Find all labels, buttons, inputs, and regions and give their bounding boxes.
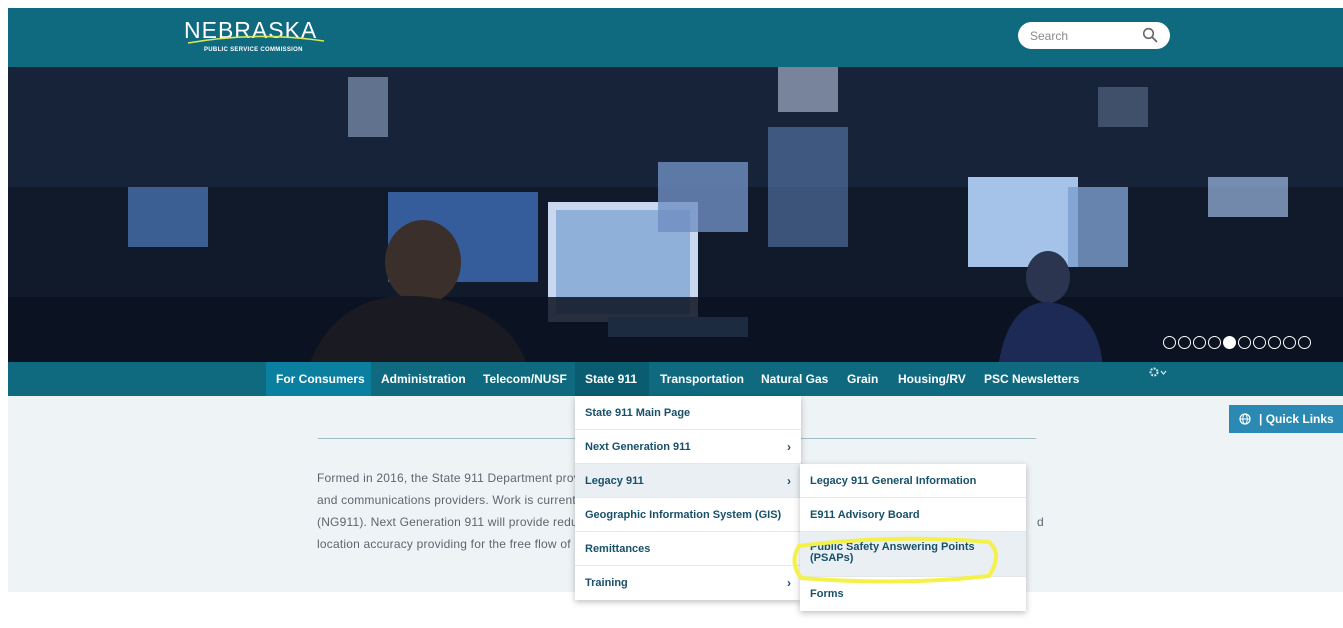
menu-item-label: E911 Advisory Board [810, 509, 920, 521]
menu-item-label: Legacy 911 General Information [810, 475, 977, 487]
logo-subtitle: PUBLIC SERVICE COMMISSION [204, 47, 303, 53]
menu-item-label: State 911 Main Page [585, 407, 691, 419]
slide-dot-active[interactable] [1223, 336, 1236, 349]
quick-links-label: | Quick Links [1259, 412, 1334, 426]
nav-psc-newsletters[interactable]: PSC Newsletters [984, 362, 1079, 396]
logo-swoosh-icon [187, 35, 325, 44]
menu-item-label: Training [585, 577, 628, 589]
menu-item-next-generation-911[interactable]: Next Generation 911 › [575, 430, 801, 464]
slide-dot[interactable] [1298, 336, 1311, 349]
menu-item-label: Forms [810, 588, 844, 600]
globe-icon [1239, 413, 1251, 425]
menu-item-training[interactable]: Training › [575, 566, 801, 600]
slide-dot[interactable] [1208, 336, 1221, 349]
nav-state-911[interactable]: State 911 [575, 362, 649, 396]
chevron-right-icon: › [787, 440, 791, 454]
slide-dot[interactable] [1193, 336, 1206, 349]
site-header: NEBRASKA PUBLIC SERVICE COMMISSION [8, 8, 1343, 67]
hero-slideshow [8, 67, 1343, 362]
nav-telecom-nusf[interactable]: Telecom/NUSF [483, 362, 567, 396]
menu-item-label: Next Generation 911 [585, 441, 691, 453]
search-input[interactable] [1030, 27, 1130, 44]
slide-dot[interactable] [1283, 336, 1296, 349]
menu-item-legacy-911-general-information[interactable]: Legacy 911 General Information [800, 464, 1026, 498]
menu-item-gis[interactable]: Geographic Information System (GIS) [575, 498, 801, 532]
nav-housing-rv[interactable]: Housing/RV [898, 362, 966, 396]
slide-dot[interactable] [1268, 336, 1281, 349]
hero-image [8, 67, 1343, 362]
menu-item-label: Legacy 911 [585, 475, 644, 487]
menu-item-remittances[interactable]: Remittances [575, 532, 801, 566]
highlight-annotation [792, 536, 998, 584]
menu-item-e911-advisory-board[interactable]: E911 Advisory Board [800, 498, 1026, 532]
slide-dot[interactable] [1253, 336, 1266, 349]
quick-links-button[interactable]: | Quick Links [1229, 405, 1343, 433]
main-nav: For Consumers Administration Telecom/NUS… [8, 362, 1343, 396]
menu-item-legacy-911[interactable]: Legacy 911 › [575, 464, 801, 498]
slide-dot[interactable] [1178, 336, 1191, 349]
nav-transportation[interactable]: Transportation [660, 362, 744, 396]
menu-item-label: Remittances [585, 543, 651, 555]
state-911-menu: State 911 Main Page Next Generation 911 … [575, 396, 801, 600]
nav-grain[interactable]: Grain [847, 362, 878, 396]
site-logo[interactable]: NEBRASKA PUBLIC SERVICE COMMISSION [184, 17, 334, 61]
nav-natural-gas[interactable]: Natural Gas [761, 362, 828, 396]
paragraph-fragment: d [1037, 515, 1044, 529]
slide-dot[interactable] [1163, 336, 1176, 349]
gear-icon[interactable] [1148, 366, 1168, 378]
menu-item-state-911-main-page[interactable]: State 911 Main Page [575, 396, 801, 430]
slide-dot[interactable] [1238, 336, 1251, 349]
menu-item-label: Geographic Information System (GIS) [585, 509, 782, 521]
page: NEBRASKA PUBLIC SERVICE COMMISSION Searc… [8, 8, 1343, 628]
chevron-right-icon: › [787, 474, 791, 488]
nav-administration[interactable]: Administration [381, 362, 466, 396]
search-box [1018, 22, 1170, 49]
slide-indicators [1163, 336, 1311, 352]
search-icon[interactable] [1142, 27, 1158, 43]
nav-for-consumers[interactable]: For Consumers [266, 362, 371, 396]
